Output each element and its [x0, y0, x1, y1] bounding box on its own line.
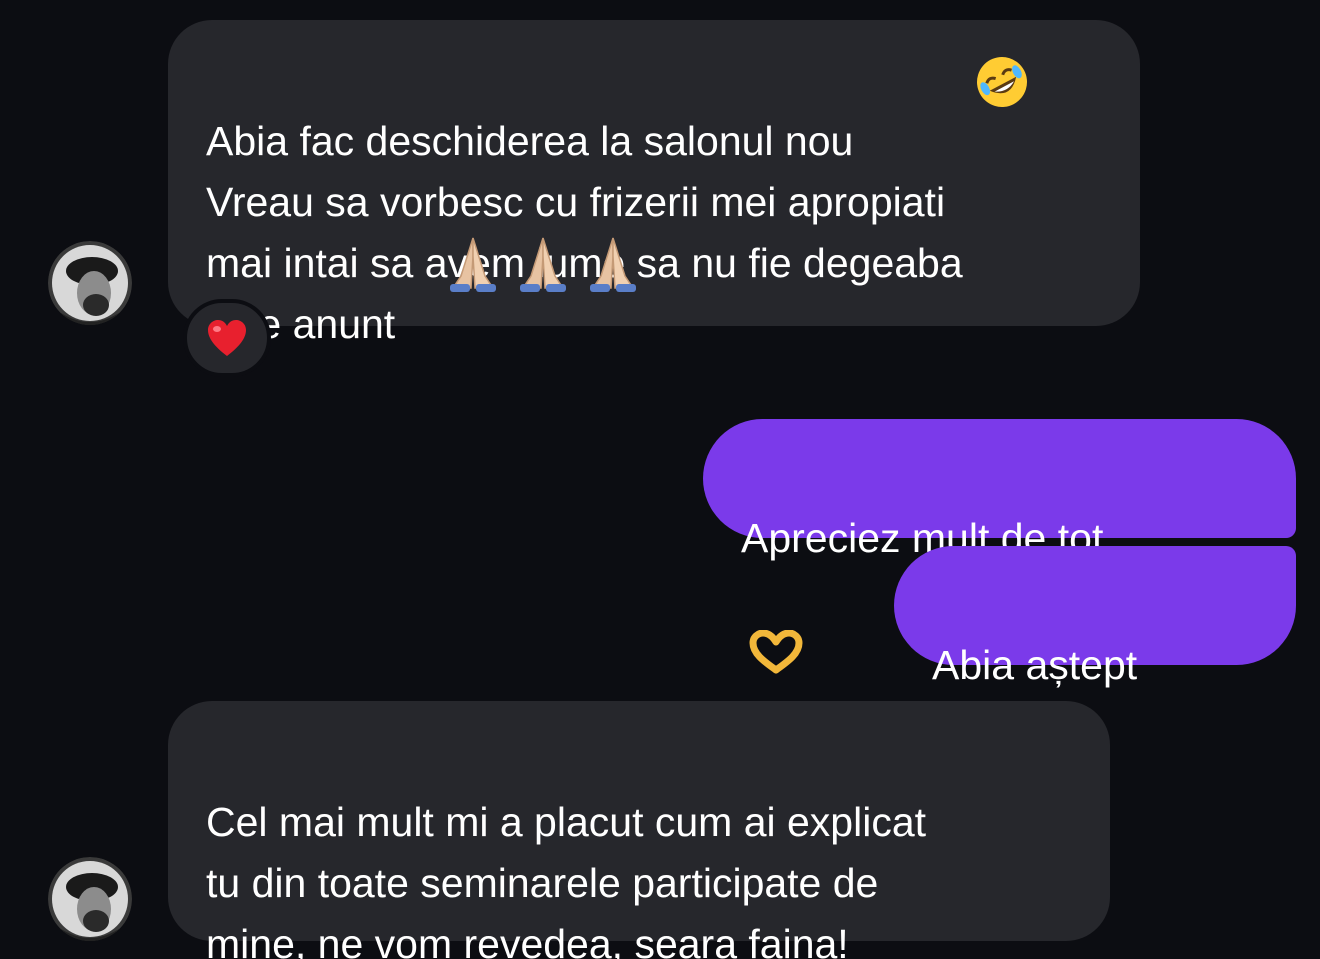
message-reaction[interactable] [183, 299, 271, 377]
message-text: Abia aștept [932, 642, 1138, 688]
avatar-photo [48, 241, 132, 325]
message-text: Cel mai mult mi a placut cum ai explicat… [206, 799, 927, 959]
prayer-emoji-group [442, 232, 644, 294]
contact-avatar[interactable] [48, 241, 132, 325]
message-bubble-outgoing[interactable]: Abia aștept [894, 546, 1296, 813]
folded-hands-emoji [520, 237, 566, 292]
folded-hands-emoji [450, 237, 496, 292]
heart-hands-emoji [747, 569, 805, 691]
rolling-on-floor-laughing-emoji [974, 54, 1030, 115]
avatar-photo [48, 857, 132, 941]
message-bubble-outgoing[interactable]: Apreciez mult de tot [703, 419, 1296, 674]
folded-hands-emoji [590, 237, 636, 292]
message-bubble-incoming[interactable]: Cel mai mult mi a placut cum ai explicat… [168, 701, 1110, 959]
red-heart-emoji [208, 320, 246, 356]
chat-thread: Abia fac deschiderea la salonul nou Vrea… [0, 0, 1320, 959]
contact-avatar[interactable] [48, 857, 132, 941]
